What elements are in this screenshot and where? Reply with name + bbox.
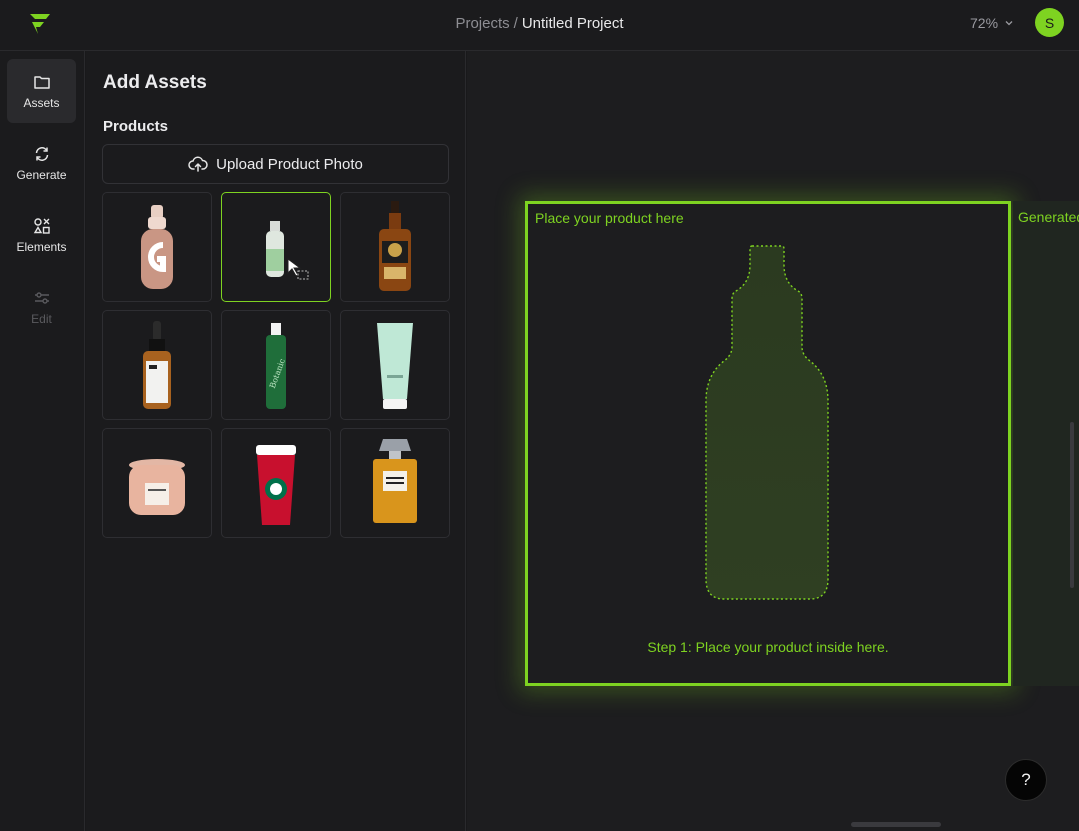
assets-panel: Add Assets Products Upload Product Photo <box>86 51 466 831</box>
mint-tube-image <box>377 323 413 409</box>
rail-item-label: Elements <box>16 239 67 254</box>
left-rail: Assets Generate Elements Edit <box>0 51 85 831</box>
horizontal-scrollbar[interactable] <box>851 822 941 827</box>
help-button[interactable]: ? <box>1005 759 1047 801</box>
coffee-cup-image <box>256 445 296 525</box>
breadcrumb-projects-link[interactable]: Projects <box>455 15 509 32</box>
foundation-bottle-image <box>141 205 173 289</box>
product-placement-frame[interactable]: Place your product here Step 1: Place yo… <box>525 201 1011 686</box>
project-title[interactable]: Untitled Project <box>522 15 624 32</box>
rail-item-label: Generate <box>16 167 67 182</box>
rail-item-label: Edit <box>31 311 52 326</box>
breadcrumb-separator: / <box>513 15 518 32</box>
cloud-upload-icon <box>188 156 208 172</box>
sliders-icon <box>34 291 49 304</box>
vertical-scrollbar[interactable] <box>1070 422 1074 588</box>
canvas-area[interactable]: Place your product here Step 1: Place yo… <box>467 51 1079 831</box>
rail-item-generate[interactable]: Generate <box>7 131 76 195</box>
product-tile-whiskey[interactable] <box>340 192 450 302</box>
chevron-down-icon <box>1005 21 1013 26</box>
shapes-icon <box>33 217 50 234</box>
zoom-dropdown[interactable]: 72% <box>970 15 1014 31</box>
perfume-bottle-image <box>373 439 417 523</box>
candle-jar-image <box>129 459 185 515</box>
step-instruction: Step 1: Place your product inside here. <box>647 639 889 655</box>
serum-dropper-image <box>143 321 171 409</box>
zoom-value: 72% <box>970 15 999 31</box>
top-bar: Projects / Untitled Project 72% S <box>0 0 1079 51</box>
product-tile-spray-bottle[interactable] <box>221 192 331 302</box>
spray-bottle-image <box>266 221 309 280</box>
green-bottle-image: Botanic <box>266 323 287 409</box>
avatar[interactable]: S <box>1035 8 1064 37</box>
section-title: Products <box>103 118 169 135</box>
upload-button-label: Upload Product Photo <box>216 155 363 173</box>
frame-label: Place your product here <box>535 210 684 226</box>
product-grid: Botanic <box>102 192 450 538</box>
product-tile-perfume[interactable] <box>340 428 450 538</box>
breadcrumb: Projects / Untitled Project <box>0 15 1079 32</box>
product-tile-green-bottle[interactable]: Botanic <box>221 310 331 420</box>
rail-item-label: Assets <box>23 95 60 110</box>
product-tile-mint-tube[interactable] <box>340 310 450 420</box>
product-tile-foundation[interactable] <box>102 192 212 302</box>
rail-item-edit: Edit <box>7 275 76 339</box>
refresh-icon <box>35 146 48 161</box>
panel-title: Add Assets <box>103 72 207 93</box>
product-tile-coffee-cup[interactable] <box>221 428 331 538</box>
folder-icon <box>33 75 50 89</box>
generated-label: Generated <box>1018 209 1079 225</box>
rail-item-elements[interactable]: Elements <box>7 203 76 267</box>
product-tile-candle[interactable] <box>102 428 212 538</box>
rail-item-assets[interactable]: Assets <box>7 59 76 123</box>
whiskey-bottle-image <box>379 201 411 291</box>
bottle-placeholder-outline <box>705 245 829 600</box>
upload-product-photo-button[interactable]: Upload Product Photo <box>102 144 449 184</box>
product-tile-serum[interactable] <box>102 310 212 420</box>
